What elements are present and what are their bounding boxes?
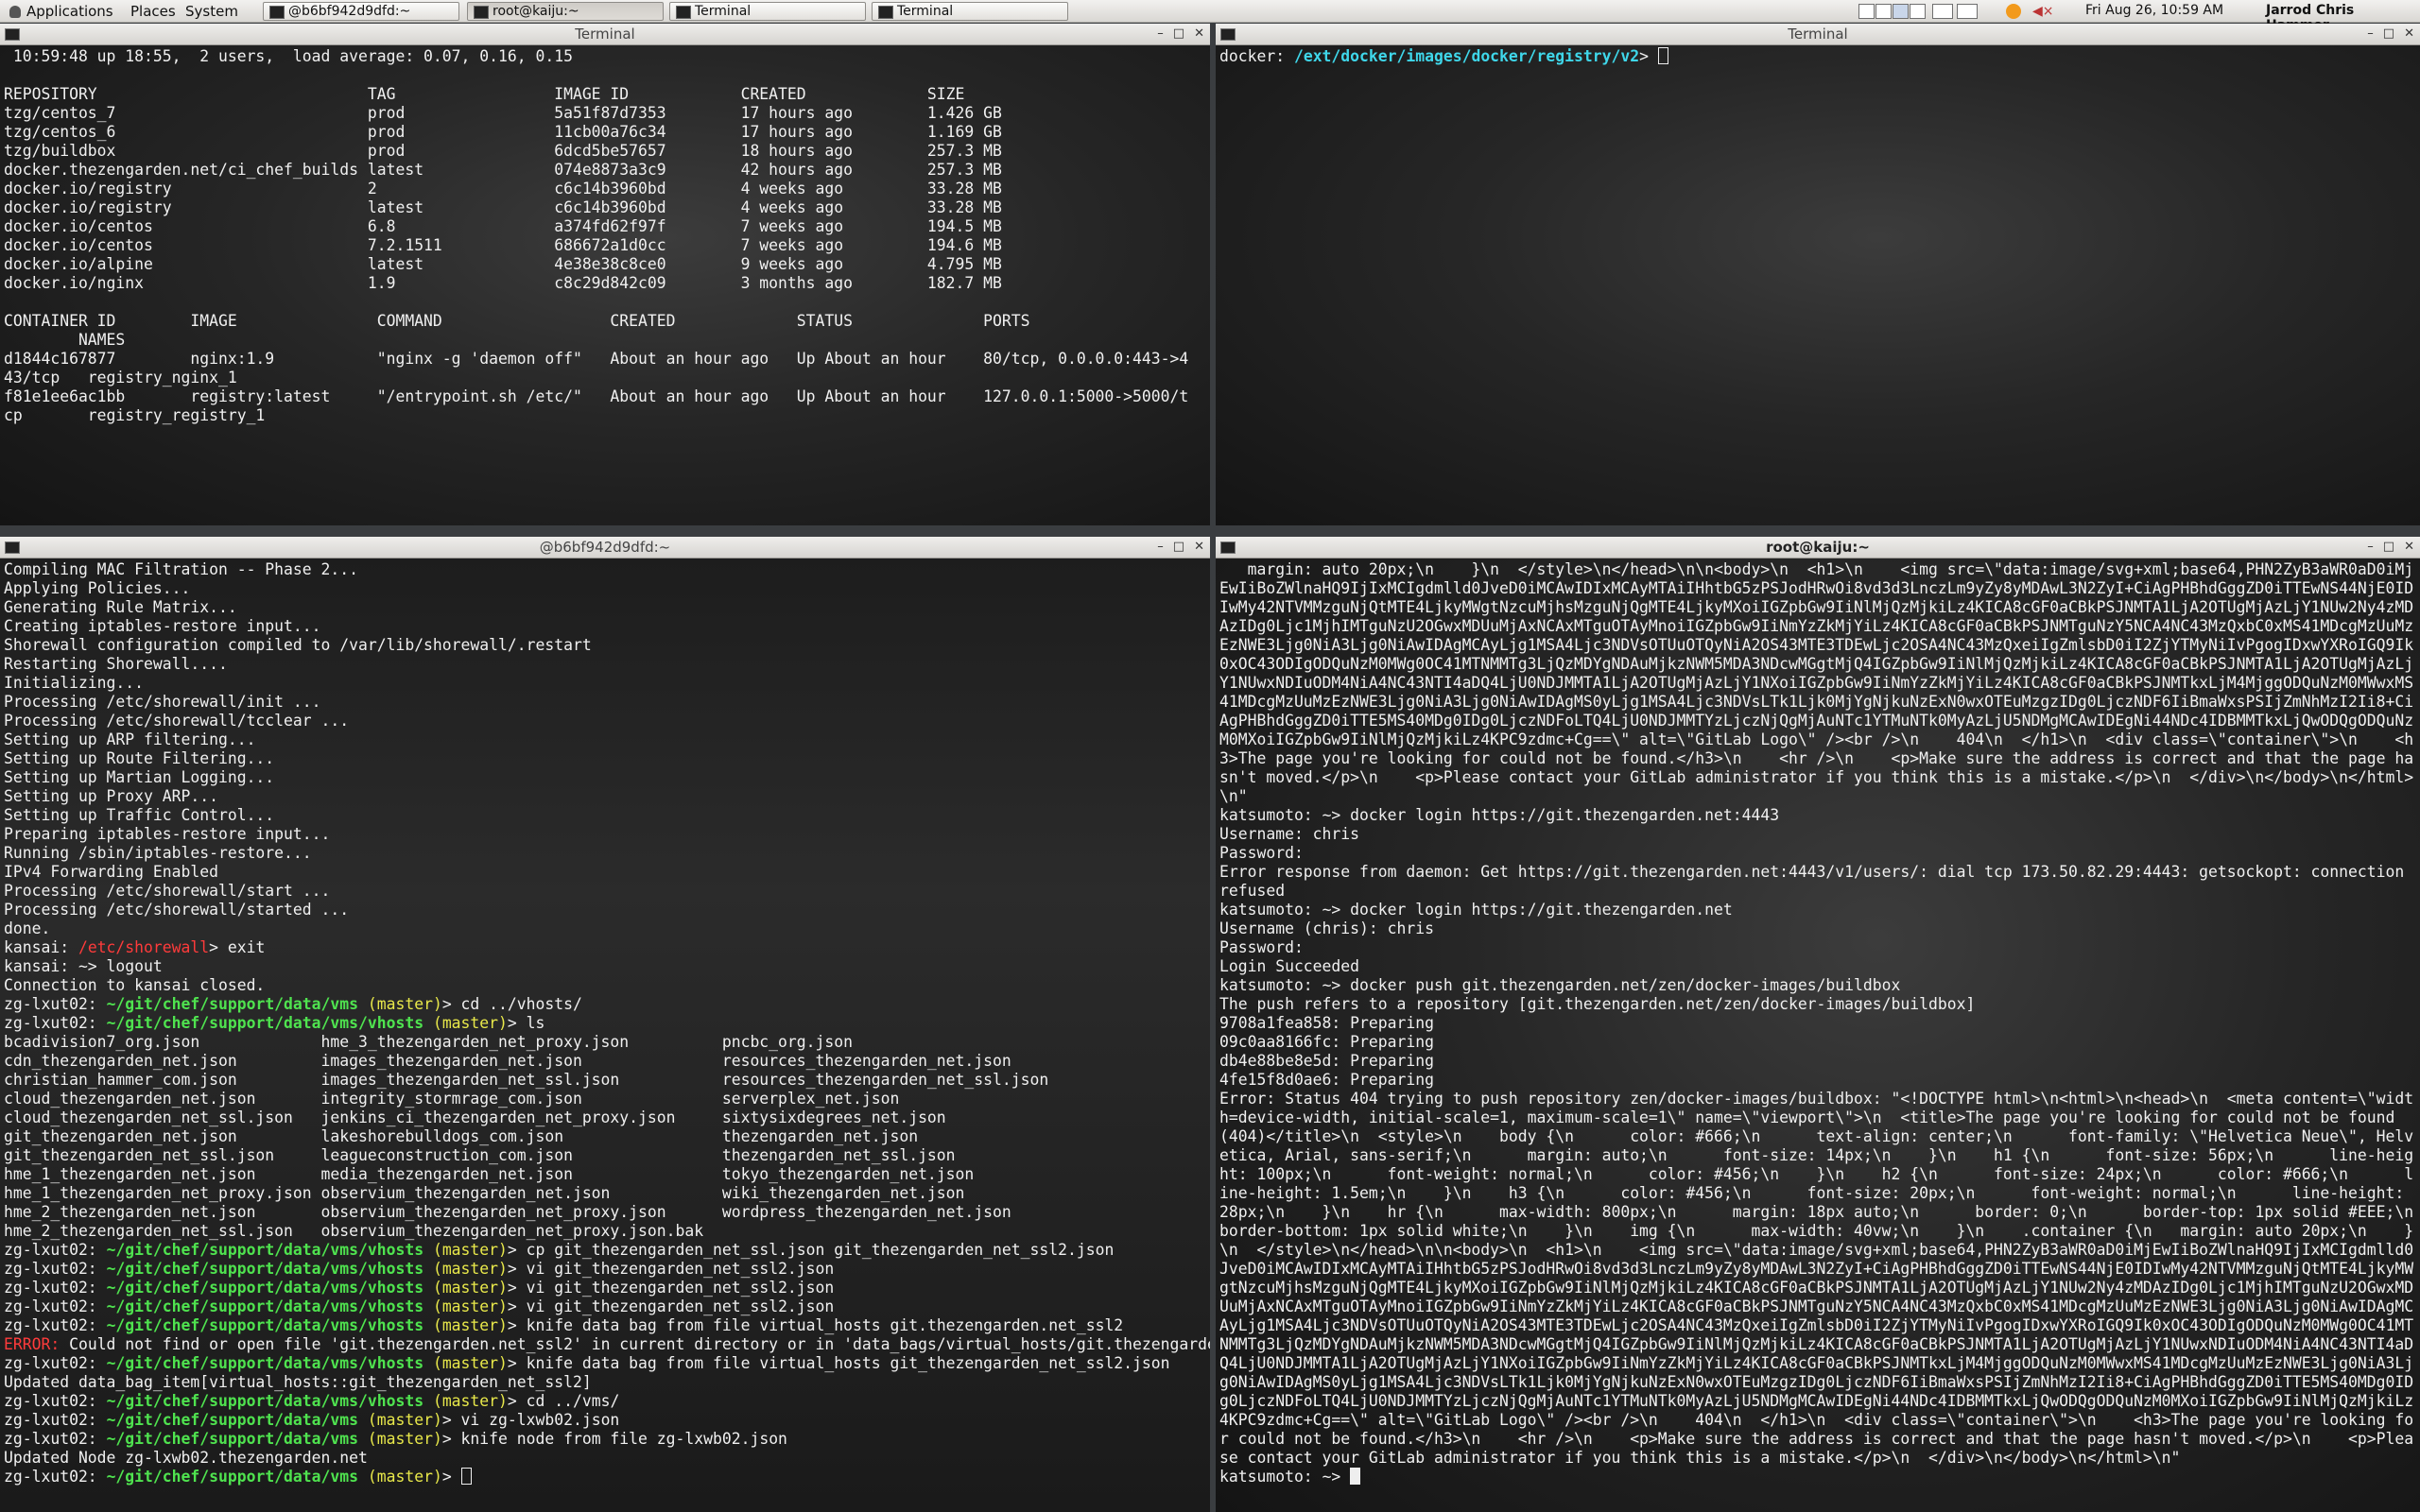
minimize-icon[interactable]: – bbox=[1157, 26, 1164, 41]
terminal-icon bbox=[1220, 28, 1236, 41]
places-menu[interactable]: Places bbox=[125, 2, 182, 21]
terminal-icon bbox=[878, 6, 893, 19]
text-cursor bbox=[1657, 47, 1668, 64]
workspace-4[interactable] bbox=[1910, 4, 1926, 19]
docker-listing: 10:59:48 up 18:55, 2 users, load average… bbox=[4, 47, 1189, 424]
close-icon[interactable]: ✕ bbox=[1194, 26, 1204, 41]
terminal-window-docker-ps[interactable]: Terminal – □ ✕ 10:59:48 up 18:55, 2 users,… bbox=[0, 24, 1210, 525]
workspace-5[interactable] bbox=[1932, 4, 1953, 19]
minimize-icon[interactable]: – bbox=[1157, 540, 1164, 554]
weather-icon[interactable] bbox=[2006, 4, 2021, 19]
text-cursor bbox=[1350, 1468, 1361, 1485]
clock[interactable]: Fri Aug 26, 10:59 AM bbox=[2085, 3, 2223, 18]
close-icon[interactable]: ✕ bbox=[1194, 540, 1204, 554]
window-titlebar[interactable]: root@kaiju:~ – □ ✕ bbox=[1216, 537, 2420, 558]
task-button-terminal-1[interactable]: Terminal bbox=[669, 2, 866, 21]
terminal-window-registry[interactable]: Terminal – □ ✕ docker: /ext/docker/images/… bbox=[1216, 24, 2420, 525]
close-icon[interactable]: ✕ bbox=[2404, 26, 2414, 41]
minimize-icon[interactable]: – bbox=[2367, 540, 2374, 554]
window-title: root@kaiju:~ bbox=[1766, 539, 1870, 556]
terminal-output[interactable]: Compiling MAC Filtration -- Phase 2... A… bbox=[0, 558, 1210, 1512]
terminal-output[interactable]: margin: auto 20px;\n }\n </style>\n</hea… bbox=[1216, 558, 2420, 1512]
task-button-root-kaiju[interactable]: root@kaiju:~ bbox=[467, 2, 664, 21]
workspace-1[interactable] bbox=[1858, 4, 1875, 19]
terminal-icon bbox=[474, 6, 489, 19]
close-icon[interactable]: ✕ bbox=[2404, 540, 2414, 554]
maximize-icon[interactable]: □ bbox=[2383, 540, 2394, 554]
terminal-icon bbox=[676, 6, 691, 19]
terminal-icon bbox=[269, 6, 285, 19]
task-button-terminal-2[interactable]: Terminal bbox=[872, 2, 1068, 21]
window-title: Terminal bbox=[1788, 26, 1848, 43]
window-titlebar[interactable]: @b6bf942d9dfd:~ – □ ✕ bbox=[0, 537, 1210, 558]
volume-icon[interactable]: ◀× bbox=[2032, 4, 2054, 19]
window-title: Terminal bbox=[575, 26, 635, 43]
window-titlebar[interactable]: Terminal – □ ✕ bbox=[1216, 24, 2420, 45]
maximize-icon[interactable]: □ bbox=[1173, 540, 1184, 554]
terminal-window-root-kaiju[interactable]: root@kaiju:~ – □ ✕ margin: auto 20px;\n }\… bbox=[1216, 537, 2420, 1512]
text-cursor bbox=[460, 1468, 472, 1485]
applications-menu[interactable]: Applications bbox=[4, 2, 119, 21]
terminal-icon bbox=[1220, 541, 1236, 554]
top-panel: Applications Places System @b6bf942d9dfd… bbox=[0, 0, 2420, 33]
shell-prompt-line[interactable]: docker: /ext/docker/images/docker/regist… bbox=[1216, 45, 2420, 68]
shell-history: Compiling MAC Filtration -- Phase 2... A… bbox=[4, 560, 1210, 1486]
task-button-b6bf942d9dfd[interactable]: @b6bf942d9dfd:~ bbox=[263, 2, 459, 21]
workspace-6[interactable] bbox=[1957, 4, 1978, 19]
terminal-icon bbox=[5, 28, 20, 41]
docker-push-session: margin: auto 20px;\n }\n </style>\n</hea… bbox=[1219, 560, 2414, 1486]
terminal-output[interactable]: docker: /ext/docker/images/docker/regist… bbox=[1216, 45, 2420, 525]
maximize-icon[interactable]: □ bbox=[1173, 26, 1184, 41]
workspace-2[interactable] bbox=[1876, 4, 1892, 19]
terminal-icon bbox=[5, 541, 20, 554]
workspace-3[interactable] bbox=[1893, 4, 1909, 19]
terminal-output[interactable]: 10:59:48 up 18:55, 2 users, load average… bbox=[0, 45, 1210, 525]
minimize-icon[interactable]: – bbox=[2367, 26, 2374, 41]
system-menu[interactable]: System bbox=[180, 2, 244, 21]
window-titlebar[interactable]: Terminal – □ ✕ bbox=[0, 24, 1210, 45]
foot-icon bbox=[9, 6, 21, 18]
window-title: @b6bf942d9dfd:~ bbox=[539, 539, 671, 556]
maximize-icon[interactable]: □ bbox=[2383, 26, 2394, 41]
terminal-window-zg-lxut02[interactable]: @b6bf942d9dfd:~ – □ ✕ Compiling MAC Filtra… bbox=[0, 537, 1210, 1512]
